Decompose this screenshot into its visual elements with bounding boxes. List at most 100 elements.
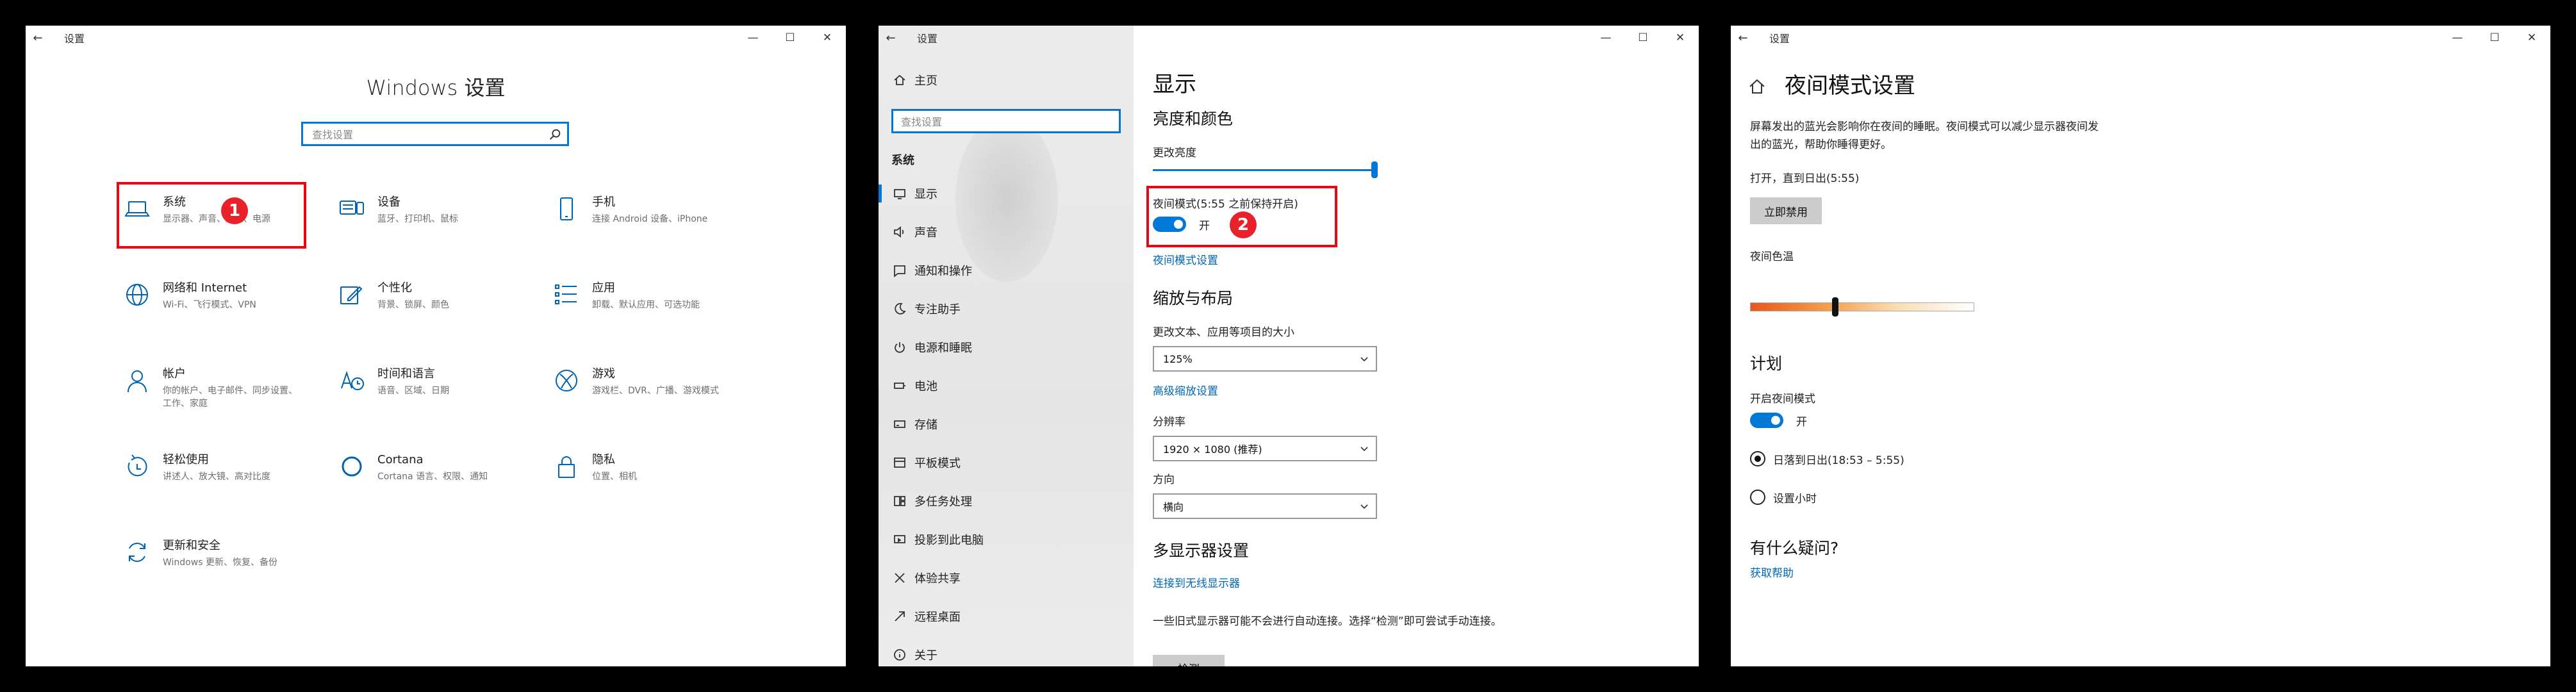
color-temp-slider-thumb[interactable] [1832,297,1838,317]
display-main: 显示 亮度和颜色 更改亮度 夜间模式(5:55 之前保持开启) 开 2 夜间模式… [1146,26,1699,666]
tile-desc: 讲述人、放大镜、高对比度 [163,472,270,482]
tile-personalization[interactable]: 个性化 背景、锁屏、颜色 [330,273,541,331]
notification-icon [894,265,905,277]
color-temp-label: 夜间色温 [1750,251,1794,263]
orientation-label: 方向 [1153,474,1175,486]
cortana-icon [342,456,362,477]
tile-desc: 你的帐户、电子邮件、同步设置、工作、家庭 [163,386,297,409]
brightness-label: 更改亮度 [1153,147,1196,160]
nav-home-label: 主页 [914,74,937,88]
sidebar-item-about[interactable]: 关于 [879,637,1134,666]
search-icon[interactable] [548,128,562,142]
sidebar-item-label: 专注助手 [914,303,961,317]
remote-icon [895,611,905,622]
highlight-system-box [117,182,306,249]
sidebar-item-multitasking[interactable]: 多任务处理 [879,483,1134,519]
tile-title: 时间和语言 [377,367,435,381]
sidebar-item-projecting[interactable]: 投影到此电脑 [879,522,1134,557]
tile-time-language[interactable]: 时间和语言 语音、区域、日期 [330,359,541,416]
get-help-link[interactable]: 获取帮助 [1750,564,1794,580]
apps-list-icon [555,284,577,304]
detect-button[interactable]: 检测 [1153,655,1225,666]
tile-gaming[interactable]: 游戏 游戏栏、DVR、广播、游戏模式 [545,359,756,416]
tile-desc: 位置、相机 [592,472,637,482]
wireless-display-link[interactable]: 连接到无线显示器 [1153,574,1240,590]
sidebar-item-focus-assist[interactable]: 专注助手 [879,291,1134,327]
tile-network[interactable]: 网络和 Internet Wi-Fi、飞行模式、VPN [115,273,327,331]
back-arrow-icon[interactable]: ← [1731,31,1755,45]
monitor-icon [894,189,905,199]
page-title: Windows 设置 [366,76,506,100]
search-placeholder: 查找设置 [312,129,354,141]
tile-phone[interactable]: 手机 连接 Android 设备、iPhone [545,187,756,245]
sidebar-item-shared-experiences[interactable]: 体验共享 [879,560,1134,596]
step-badge-1: 1 [221,197,248,224]
minimize-button[interactable]: — [2439,26,2476,50]
maximize-button[interactable]: ☐ [772,26,809,50]
search-input[interactable]: 查找设置 [301,122,569,146]
update-icon [129,543,145,562]
schedule-toggle[interactable] [1750,413,1783,428]
tile-title: 隐私 [592,453,615,466]
tile-title: Cortana [377,453,424,466]
sidebar-item-tablet-mode[interactable]: 平板模式 [879,445,1134,481]
radio-sunset-to-sunrise[interactable] [1750,451,1765,466]
sidebar-item-power[interactable]: 电源和睡眠 [879,329,1134,365]
tile-title: 手机 [592,195,615,209]
orientation-dropdown[interactable]: 横向 [1153,493,1377,519]
sidebar-item-battery[interactable]: 电池 [879,368,1134,404]
tile-ease-of-access[interactable]: 轻松使用讲述人、放大镜、高对比度 [115,445,327,502]
home-icon[interactable] [1747,77,1767,96]
brightness-slider[interactable] [1153,169,1375,171]
tile-accounts[interactable]: 帐户 你的帐户、电子邮件、同步设置、工作、家庭 [115,359,327,416]
brightness-slider-thumb[interactable] [1371,161,1378,178]
tile-title: 设备 [377,195,400,209]
share-icon [895,573,905,583]
tablet-icon [894,457,905,468]
schedule-state: 开 [1796,416,1807,429]
back-arrow-icon[interactable]: ← [26,31,50,45]
color-temp-slider[interactable] [1750,302,1974,311]
paint-icon [340,286,363,304]
schedule-heading: 计划 [1750,354,1783,373]
close-button[interactable]: ✕ [809,26,846,50]
tile-desc: 卸载、默认应用、可选功能 [592,300,700,310]
option-hours-label: 设置小时 [1773,493,1817,506]
sidebar-item-storage[interactable]: 存储 [879,406,1134,442]
radio-set-hours[interactable] [1750,490,1765,505]
sidebar-item-label: 关于 [914,649,937,663]
sidebar-item-display[interactable]: 显示 [879,176,1134,211]
minimize-button[interactable]: — [734,26,772,50]
back-arrow-icon[interactable]: ← [879,31,903,45]
sidebar-item-remote-desktop[interactable]: 远程桌面 [879,598,1134,634]
tile-privacy[interactable]: 隐私 位置、相机 [545,445,756,502]
maximize-button[interactable]: ☐ [2476,26,2513,50]
sidebar-item-label: 体验共享 [914,572,961,586]
sidebar-item-notifications[interactable]: 通知和操作 [879,252,1134,288]
tile-apps[interactable]: 应用 卸载、默认应用、可选功能 [545,273,756,331]
advanced-scaling-link[interactable]: 高级缩放设置 [1153,382,1218,398]
scale-dropdown[interactable]: 125% [1153,346,1377,372]
close-button[interactable]: ✕ [2513,26,2550,50]
tile-title: 轻松使用 [163,453,209,466]
multitask-icon [894,496,905,506]
tile-update-security[interactable]: 更新和安全 Windows 更新、恢复、备份 [115,531,327,588]
multi-display-desc: 一些旧式显示器可能不会进行自动连接。选择“检测”即可尝试手动连接。 [1153,615,1502,628]
sidebar-item-label: 通知和操作 [914,265,972,278]
tile-cortana[interactable]: Cortana Cortana 语言、权限、通知 [330,445,541,502]
tile-devices[interactable]: 设备 蓝牙、打印机、鼠标 [330,187,541,245]
step-badge-2: 2 [1230,211,1257,238]
nav-home[interactable]: 主页 [893,72,937,88]
scale-value: 125% [1163,352,1193,365]
disable-now-button[interactable]: 立即禁用 [1750,197,1822,224]
sidebar-item-label: 远程桌面 [914,611,961,624]
sidebar-item-sound[interactable]: 声音 [879,214,1134,250]
resolution-dropdown[interactable]: 1920 × 1080 (推荐) [1153,436,1377,461]
night-light-settings-link[interactable]: 夜间模式设置 [1153,251,1218,267]
search-input[interactable]: 查找设置 [891,109,1121,133]
page-title: 显示 [1153,72,1196,97]
sidebar-item-label: 电池 [914,380,937,393]
home-icon [894,74,905,85]
chevron-down-icon [1360,447,1368,452]
tile-title: 网络和 Internet [163,281,247,295]
